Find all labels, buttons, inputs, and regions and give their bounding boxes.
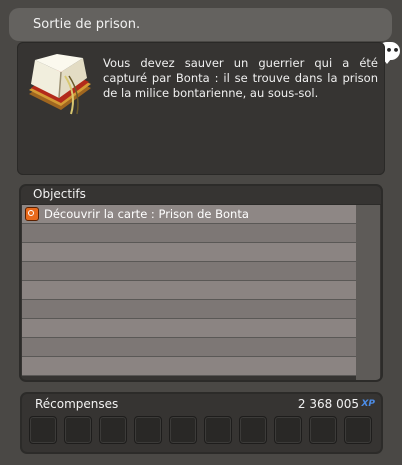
- reward-slot[interactable]: [169, 416, 197, 444]
- objective-row-empty: [22, 319, 356, 338]
- objectives-panel: Objectifs Découvrir la carte : Prison de…: [19, 184, 383, 382]
- objective-target-icon: [25, 207, 39, 221]
- reward-slot[interactable]: [134, 416, 162, 444]
- reward-slot[interactable]: [29, 416, 57, 444]
- objectives-header: Objectifs: [33, 187, 86, 201]
- quest-description: Vous devez sauver un guerrier qui a été …: [103, 56, 378, 100]
- objective-row-empty: [22, 338, 356, 357]
- objective-row-empty: [22, 300, 356, 319]
- rewards-panel: Récompenses 2 368 005 XP: [20, 392, 383, 454]
- reward-slot[interactable]: [344, 416, 372, 444]
- objective-row-empty: [22, 224, 356, 243]
- objective-row[interactable]: Découvrir la carte : Prison de Bonta: [22, 205, 356, 224]
- objective-row-empty: [22, 281, 356, 300]
- reward-slot[interactable]: [239, 416, 267, 444]
- rewards-xp-value: 2 368 005: [297, 397, 359, 411]
- reward-slot[interactable]: [309, 416, 337, 444]
- xp-tag: XP: [361, 399, 375, 409]
- objectives-list: Découvrir la carte : Prison de Bonta: [22, 205, 356, 380]
- quest-book-icon: [29, 54, 91, 115]
- reward-slot[interactable]: [64, 416, 92, 444]
- reward-slots: [29, 416, 372, 444]
- objective-row-empty: [22, 243, 356, 262]
- objective-row-empty: [22, 357, 356, 376]
- quest-title-bar: Sortie de prison.: [9, 8, 392, 41]
- reward-slot[interactable]: [274, 416, 302, 444]
- quest-description-box: Vous devez sauver un guerrier qui a été …: [17, 42, 385, 175]
- objective-row-empty: [22, 262, 356, 281]
- reward-slot[interactable]: [99, 416, 127, 444]
- quest-panel: Sortie de prison. ••• Vous devez sauver …: [0, 0, 402, 465]
- objectives-scrollbar[interactable]: [356, 205, 380, 380]
- rewards-label: Récompenses: [35, 397, 119, 411]
- objective-label: Découvrir la carte : Prison de Bonta: [44, 207, 249, 221]
- reward-slot[interactable]: [204, 416, 232, 444]
- quest-title: Sortie de prison.: [33, 17, 141, 32]
